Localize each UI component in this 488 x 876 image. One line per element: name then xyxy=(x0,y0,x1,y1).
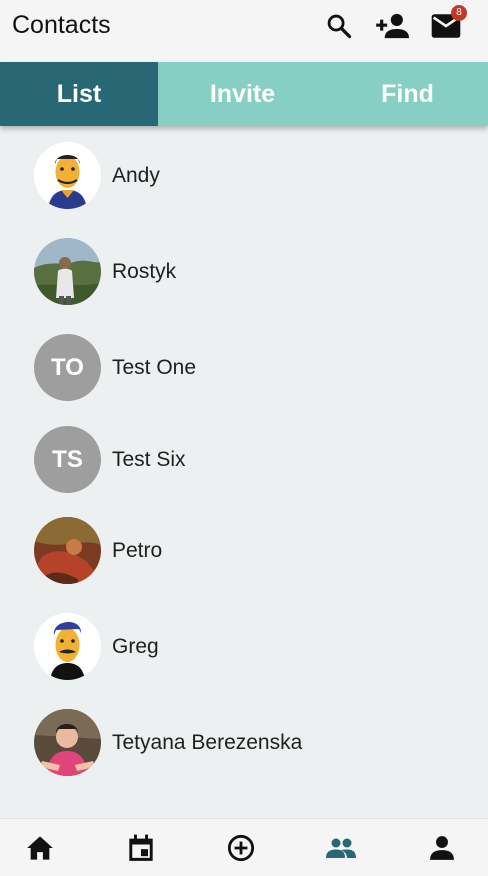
painting-photo-avatar xyxy=(34,517,101,584)
person-icon xyxy=(430,836,454,860)
avatar xyxy=(34,238,101,305)
contact-row[interactable]: TS Test Six xyxy=(0,426,488,494)
home-icon xyxy=(27,836,53,860)
tab-invite[interactable]: Invite xyxy=(158,62,327,126)
nav-contacts[interactable] xyxy=(326,833,356,863)
child-photo-avatar xyxy=(34,709,101,776)
add-person-icon xyxy=(376,13,409,39)
calendar-icon xyxy=(129,834,153,861)
contact-name: Test Six xyxy=(112,448,186,471)
nav-add[interactable] xyxy=(226,833,256,863)
nav-calendar[interactable] xyxy=(126,833,156,863)
avatar xyxy=(34,517,101,584)
avatar xyxy=(34,613,101,680)
bottom-nav xyxy=(0,818,488,876)
outdoor-photo-avatar xyxy=(34,238,101,305)
avatar xyxy=(34,709,101,776)
search-button[interactable] xyxy=(322,9,356,43)
tab-bar: List Invite Find xyxy=(0,62,488,126)
contact-name: Tetyana Berezenska xyxy=(112,731,303,754)
avatar: TO xyxy=(34,334,101,401)
tab-list[interactable]: List xyxy=(0,62,158,126)
contact-row[interactable]: Greg xyxy=(0,613,488,681)
contact-name: Greg xyxy=(112,635,159,658)
contact-row[interactable]: TO Test One xyxy=(0,334,488,402)
cartoon-man-avatar xyxy=(34,142,101,209)
add-contact-button[interactable] xyxy=(375,9,409,43)
tab-find[interactable]: Find xyxy=(327,62,488,126)
people-icon xyxy=(326,838,356,858)
unread-badge: 8 xyxy=(451,5,467,21)
contact-row[interactable]: Tetyana Berezenska xyxy=(0,709,488,777)
contact-name: Petro xyxy=(112,539,163,562)
messages-button[interactable]: 8 xyxy=(429,5,467,43)
contact-name: Test One xyxy=(112,356,197,379)
avatar: TS xyxy=(34,426,101,493)
nav-home[interactable] xyxy=(25,833,55,863)
contact-row[interactable]: Andy xyxy=(0,142,488,210)
app-bar: Contacts 8 xyxy=(0,0,488,62)
add-circle-icon xyxy=(227,834,255,862)
contact-name: Andy xyxy=(112,164,160,187)
contact-row[interactable]: Petro xyxy=(0,517,488,585)
cartoon-mustache-avatar xyxy=(34,613,101,680)
page-title: Contacts xyxy=(12,11,111,39)
contact-name: Rostyk xyxy=(112,260,177,283)
contact-row[interactable]: Rostyk xyxy=(0,238,488,306)
nav-profile[interactable] xyxy=(427,833,457,863)
avatar xyxy=(34,142,101,209)
search-icon xyxy=(327,14,352,39)
